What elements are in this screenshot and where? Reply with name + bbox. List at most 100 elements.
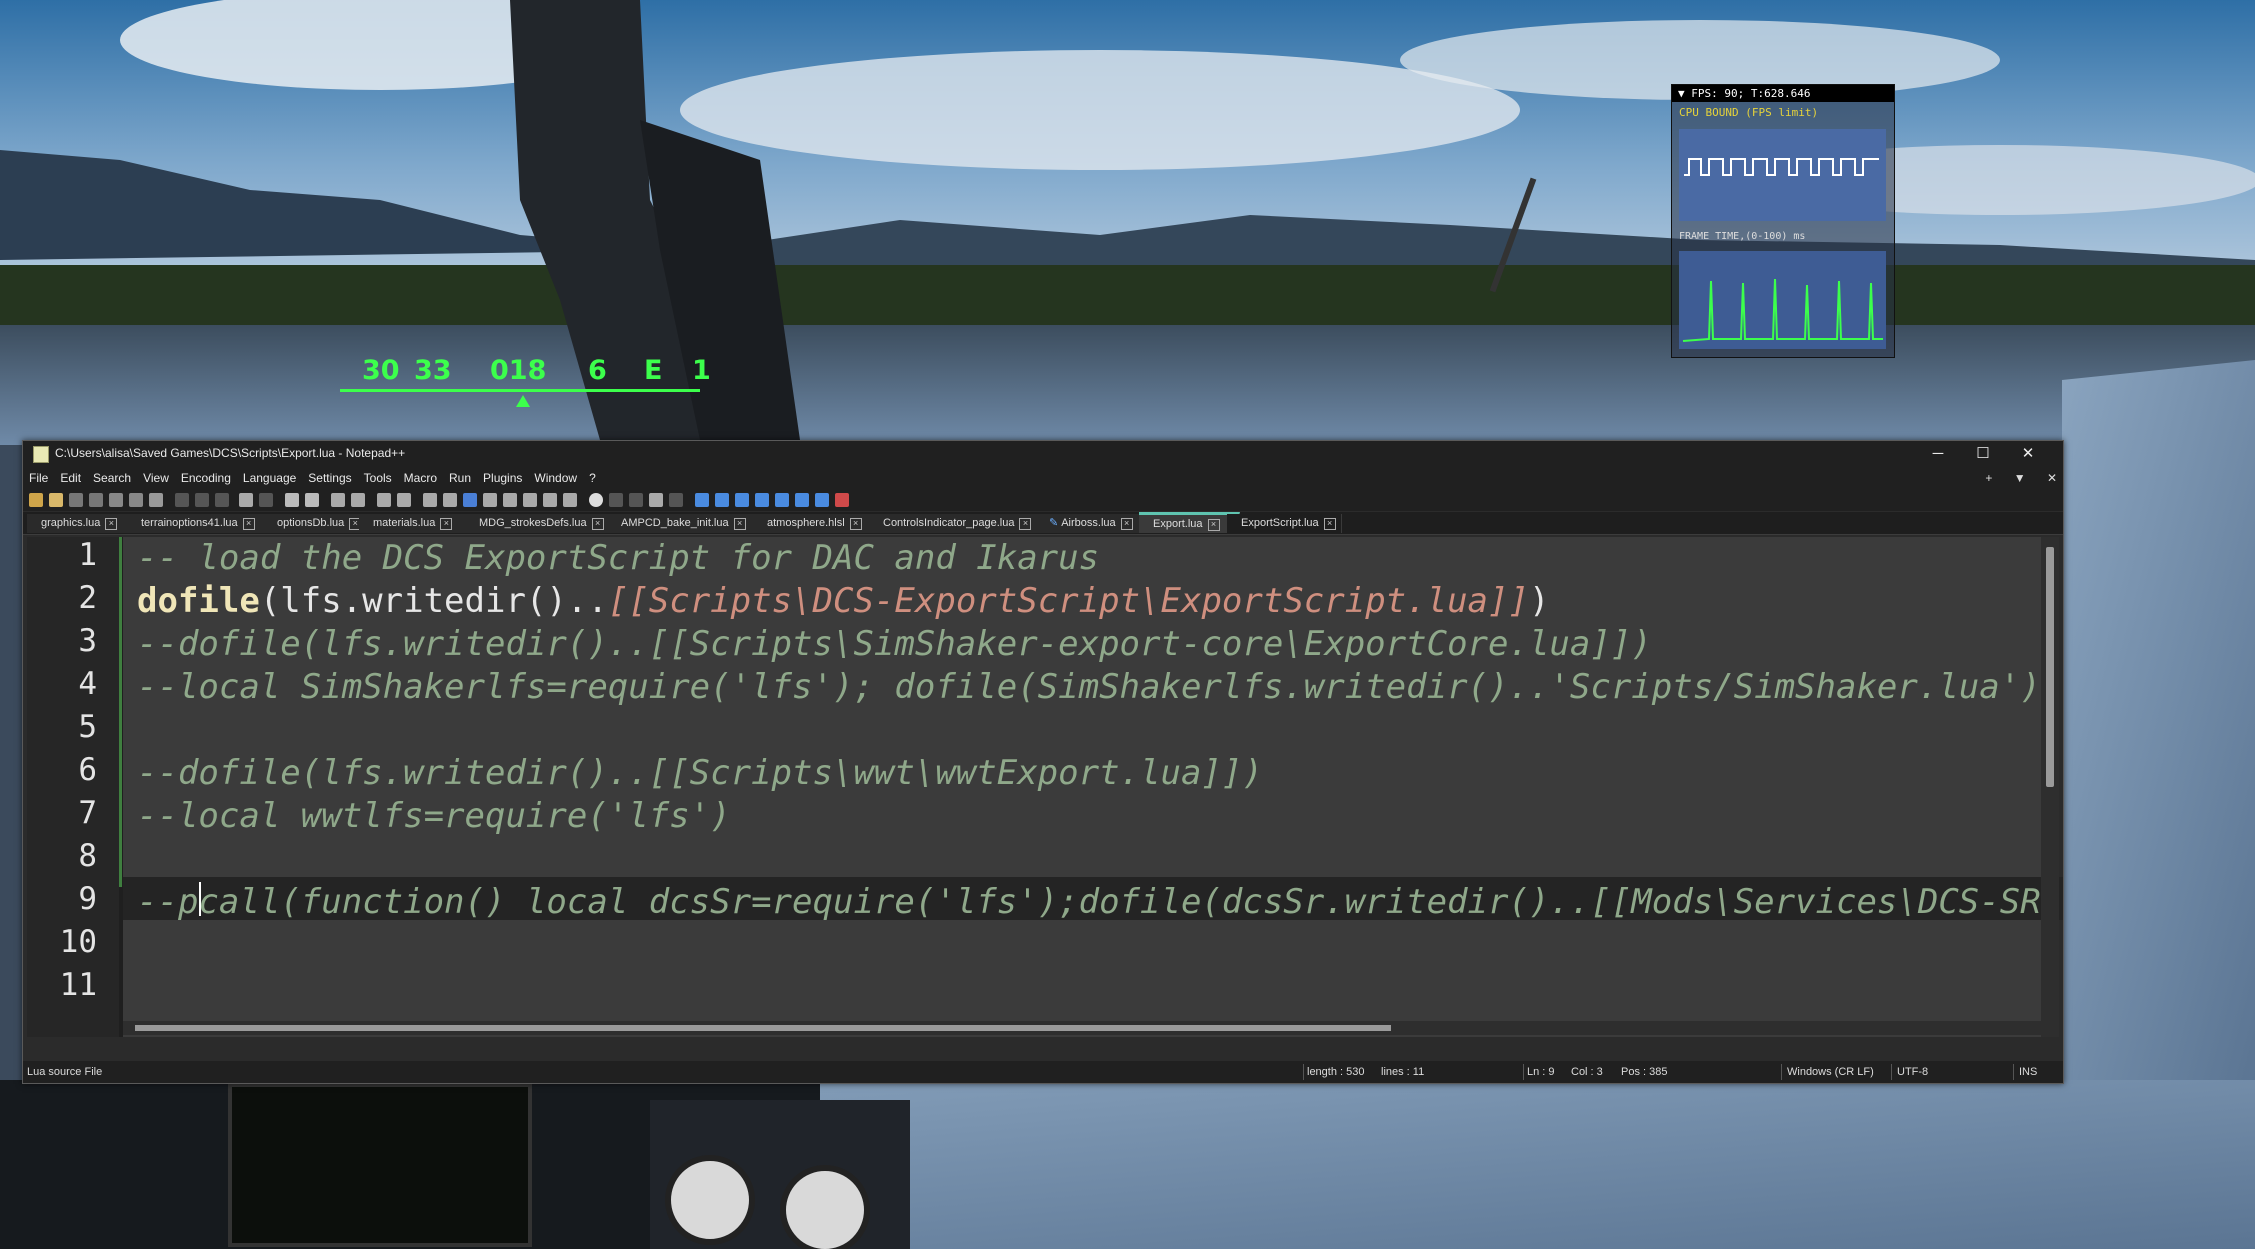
status-insert-mode[interactable]: INS <box>2019 1066 2037 1078</box>
code-line[interactable]: --dofile(lfs.writedir()..[[Scripts\SimSh… <box>137 623 1652 666</box>
new-tab-button[interactable]: + <box>1985 471 1992 485</box>
plugin-icon-7[interactable] <box>815 493 829 507</box>
code-line[interactable]: --dofile(lfs.writedir()..[[Scripts\wwt\w… <box>137 752 1263 795</box>
fps-header[interactable]: ▼ FPS: 90; T:628.646 <box>1672 85 1894 102</box>
close-icon[interactable]: × <box>849 518 862 530</box>
status-separator <box>2013 1064 2014 1080</box>
tab-atmosphere-hlsl[interactable]: atmosphere.hlsl × <box>753 514 882 533</box>
folder-workspace-icon[interactable] <box>543 493 557 507</box>
save-macro-icon[interactable] <box>669 493 683 507</box>
line-number: 10 <box>59 924 97 960</box>
print-icon[interactable] <box>149 493 163 507</box>
indent-guide-icon[interactable] <box>463 493 477 507</box>
save-icon[interactable] <box>69 493 83 507</box>
status-eol-format[interactable]: Windows (CR LF) <box>1787 1066 1874 1078</box>
vertical-scrollbar[interactable] <box>2041 537 2059 1037</box>
stop-macro-icon[interactable] <box>609 493 623 507</box>
xml-tags-icon[interactable] <box>483 493 497 507</box>
menu-edit[interactable]: Edit <box>54 467 87 489</box>
close-tab-button[interactable]: ✕ <box>2047 471 2057 485</box>
sync-vertical-icon[interactable] <box>377 493 391 507</box>
find-icon[interactable] <box>285 493 299 507</box>
menu-language[interactable]: Language <box>237 467 302 489</box>
tab-airboss-lua[interactable]: ✎ Airboss.lua × <box>1043 514 1144 533</box>
menu-search[interactable]: Search <box>87 467 137 489</box>
plugin-icon-2[interactable] <box>715 493 729 507</box>
plugin-icon-3[interactable] <box>735 493 749 507</box>
menu-file[interactable]: File <box>23 467 54 489</box>
open-file-icon[interactable] <box>49 493 63 507</box>
vertical-scroll-thumb[interactable] <box>2046 547 2054 787</box>
redo-icon[interactable] <box>259 493 273 507</box>
code-text-area[interactable]: -- load the DCS ExportScript for DAC and… <box>137 537 2042 1037</box>
tab-materials-lua[interactable]: materials.lua × <box>359 514 478 533</box>
minimize-button[interactable]: ─ <box>1918 443 1958 465</box>
maximize-button[interactable]: ☐ <box>1963 443 2003 465</box>
tab-list-button[interactable]: ▼ <box>2014 471 2026 485</box>
code-line[interactable]: -- load the DCS ExportScript for DAC and… <box>137 537 1099 580</box>
tab-export-lua[interactable]: Export.lua × <box>1139 512 1240 533</box>
tab-terrainoptions41-lua[interactable]: terrainoptions41.lua × <box>127 514 276 533</box>
tab-mdg-strokesdefs-lua[interactable]: MDG_strokesDefs.lua × <box>465 514 620 533</box>
close-icon[interactable]: × <box>733 518 746 530</box>
close-file-icon[interactable] <box>109 493 123 507</box>
tab-ampcd-bake-init-lua[interactable]: AMPCD_bake_init.lua × <box>607 514 766 533</box>
close-icon[interactable]: × <box>1019 518 1032 530</box>
tab-exportscript-lua[interactable]: ExportScript.lua × <box>1227 514 1342 533</box>
show-all-chars-icon[interactable] <box>443 493 457 507</box>
plugin-icon-1[interactable] <box>695 493 709 507</box>
plugin-icon-5[interactable] <box>775 493 789 507</box>
close-icon[interactable]: × <box>105 518 118 530</box>
save-all-icon[interactable] <box>89 493 103 507</box>
plugin-icon-4[interactable] <box>755 493 769 507</box>
sync-horizontal-icon[interactable] <box>397 493 411 507</box>
tab-controlsindicator-page-lua[interactable]: ControlsIndicator_page.lua × <box>869 514 1056 533</box>
code-line[interactable]: --pcall(function() local dcsSr=require('… <box>137 881 2042 924</box>
monitoring-icon[interactable] <box>563 493 577 507</box>
menu-help[interactable]: ? <box>583 467 602 489</box>
code-line[interactable]: --local SimShakerlfs=require('lfs'); dof… <box>137 666 2041 709</box>
horizontal-scroll-thumb[interactable] <box>135 1025 1391 1031</box>
close-all-icon[interactable] <box>129 493 143 507</box>
close-icon[interactable]: × <box>440 518 453 530</box>
paste-icon[interactable] <box>215 493 229 507</box>
word-wrap-icon[interactable] <box>423 493 437 507</box>
menu-view[interactable]: View <box>137 467 175 489</box>
menu-settings[interactable]: Settings <box>302 467 357 489</box>
tab-optionsdb-lua[interactable]: optionsDb.lua × <box>263 514 372 533</box>
tab-graphics-lua[interactable]: graphics.lua × <box>27 514 140 533</box>
function-list-icon[interactable] <box>523 493 537 507</box>
zoom-out-icon[interactable] <box>351 493 365 507</box>
copy-icon[interactable] <box>195 493 209 507</box>
replace-icon[interactable] <box>305 493 319 507</box>
close-button[interactable]: ✕ <box>2008 443 2048 465</box>
hud-heading-value: 1 <box>692 355 711 386</box>
cut-icon[interactable] <box>175 493 189 507</box>
menu-encoding[interactable]: Encoding <box>175 467 237 489</box>
plugin-icon-6[interactable] <box>795 493 809 507</box>
close-icon[interactable]: × <box>591 518 604 530</box>
run-macro-multiple-icon[interactable] <box>649 493 663 507</box>
play-macro-icon[interactable] <box>629 493 643 507</box>
close-icon[interactable]: × <box>242 518 255 530</box>
code-line[interactable]: dofile(lfs.writedir()..[[Scripts\DCS-Exp… <box>137 580 1549 623</box>
code-editor[interactable]: 1 2 3 4 5 6 7 8 9 10 11 -- load the DCS … <box>27 537 2063 1037</box>
record-macro-icon[interactable] <box>589 493 603 507</box>
menu-plugins[interactable]: Plugins <box>477 467 528 489</box>
code-line[interactable]: --local wwtlfs=require('lfs') <box>137 795 731 838</box>
menu-window[interactable]: Window <box>528 467 583 489</box>
close-icon[interactable]: × <box>1323 518 1336 530</box>
document-map-icon[interactable] <box>503 493 517 507</box>
menu-run[interactable]: Run <box>443 467 477 489</box>
title-bar[interactable]: C:\Users\alisa\Saved Games\DCS\Scripts\E… <box>23 441 2063 467</box>
menu-tools[interactable]: Tools <box>358 467 398 489</box>
close-icon[interactable]: × <box>1120 518 1133 530</box>
zoom-in-icon[interactable] <box>331 493 345 507</box>
menu-macro[interactable]: Macro <box>398 467 443 489</box>
horizontal-scrollbar[interactable] <box>123 1021 2041 1035</box>
undo-icon[interactable] <box>239 493 253 507</box>
status-encoding[interactable]: UTF-8 <box>1897 1066 1928 1078</box>
plugin-icon-8[interactable] <box>835 493 849 507</box>
new-file-icon[interactable] <box>29 493 43 507</box>
close-icon[interactable]: × <box>1207 519 1220 531</box>
